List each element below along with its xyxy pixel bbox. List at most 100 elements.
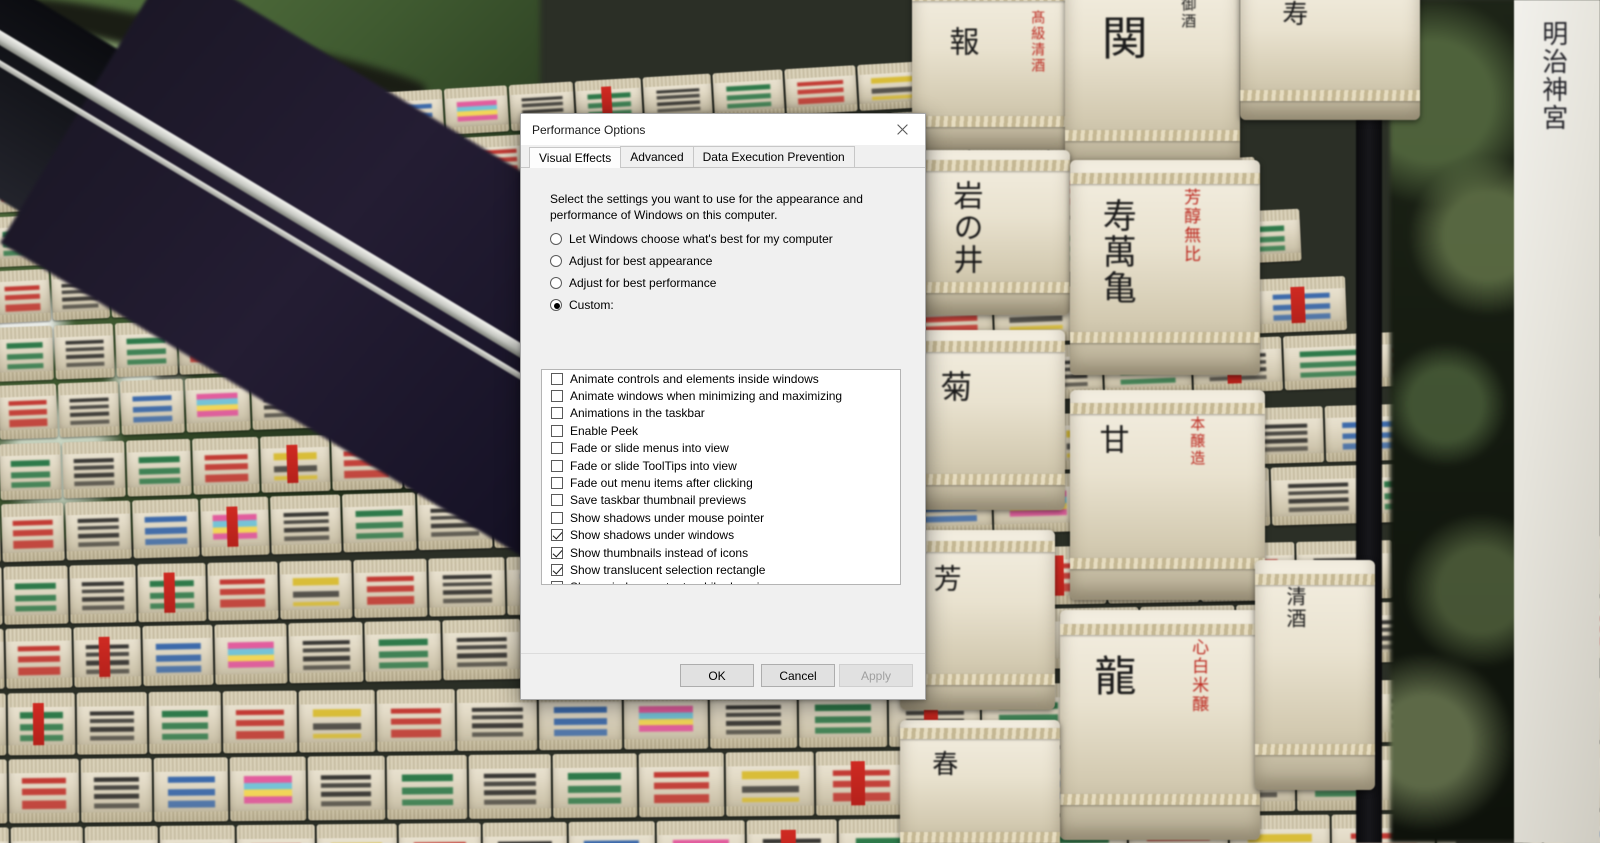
barrel-rope: [1060, 623, 1260, 635]
radio-label: Adjust for best performance: [569, 276, 717, 290]
barrel-kanji: 龍: [1087, 654, 1137, 698]
list-item-label: Show window contents while dragging: [570, 580, 773, 584]
list-item[interactable]: Animate controls and elements inside win…: [542, 370, 900, 387]
sake-barrel: [148, 691, 222, 754]
sake-barrel: [7, 692, 76, 756]
radio-let-windows-choose[interactable]: Let Windows choose what's best for my co…: [550, 232, 833, 246]
visual-effects-listbox[interactable]: Animate controls and elements inside win…: [541, 369, 901, 585]
list-item[interactable]: Save taskbar thumbnail previews: [542, 492, 900, 509]
barrel-rope: [905, 474, 1065, 485]
checkbox-checked[interactable]: [551, 529, 563, 542]
sake-barrel: [154, 757, 229, 822]
barrel-rope: [1065, 130, 1240, 141]
checkbox[interactable]: [551, 494, 563, 507]
list-item[interactable]: Enable Peek: [542, 422, 900, 439]
checkbox-checked[interactable]: [551, 581, 563, 584]
performance-options-dialog: Performance Options Visual Effects Advan…: [520, 113, 926, 700]
checkbox-checked[interactable]: [551, 563, 563, 576]
barrel-kanji: 髙級清酒: [1029, 10, 1046, 74]
list-item[interactable]: Fade out menu items after clicking: [542, 474, 900, 491]
list-item-label: Enable Peek: [570, 423, 639, 438]
list-item[interactable]: Show translucent selection rectangle: [542, 561, 900, 578]
checkbox[interactable]: [551, 442, 563, 455]
dialog-button-bar: OK Cancel Apply: [521, 653, 925, 699]
apply-button[interactable]: Apply: [839, 664, 913, 687]
list-item-label: Animate controls and elements inside win…: [570, 371, 819, 386]
close-icon[interactable]: [880, 114, 925, 145]
checkbox[interactable]: [551, 424, 563, 437]
list-item[interactable]: Show window contents while dragging: [542, 579, 900, 584]
tab-advanced[interactable]: Advanced: [620, 146, 694, 167]
dialog-title: Performance Options: [532, 122, 646, 137]
tab-label: Visual Effects: [539, 150, 612, 165]
sake-barrel: [0, 268, 51, 324]
sake-barrel: [0, 442, 62, 501]
radio-label: Let Windows choose what's best for my co…: [569, 232, 833, 246]
barrel-kanji: 本醸造: [1188, 416, 1207, 467]
checkbox-checked[interactable]: [551, 546, 563, 559]
list-item[interactable]: Show thumbnails instead of icons: [542, 544, 900, 561]
sake-barrel: [65, 500, 132, 561]
sake-barrel: [816, 750, 907, 816]
sake-barrel: [1270, 464, 1367, 526]
sake-barrel: [199, 496, 270, 557]
sake-barrel: [9, 758, 80, 824]
sake-barrel: [279, 560, 353, 620]
sake-barrel: [364, 620, 442, 682]
barrel-kanji: 甘: [1093, 424, 1129, 456]
sake-barrel: [222, 690, 298, 754]
barrel-rope: [1060, 794, 1260, 805]
list-item-label: Save taskbar thumbnail previews: [570, 493, 747, 508]
sake-barrel: [386, 754, 468, 820]
sake-barrel: [237, 824, 316, 843]
checkbox[interactable]: [551, 511, 563, 524]
sake-barrel: [76, 692, 148, 755]
sake-barrel: [84, 825, 159, 843]
tab-strip: Visual Effects Advanced Data Execution P…: [521, 146, 925, 168]
list-item[interactable]: Animate windows when minimizing and maxi…: [542, 387, 900, 404]
radio-indicator: [550, 233, 562, 245]
barrel-rope: [900, 832, 1060, 843]
list-item[interactable]: Show shadows under mouse pointer: [542, 509, 900, 526]
tab-visual-effects[interactable]: Visual Effects: [529, 147, 622, 168]
sake-barrel: [80, 757, 153, 823]
checkbox[interactable]: [551, 390, 563, 403]
sake-barrel: [10, 826, 83, 843]
sake-barrel-large: 春: [900, 720, 1060, 843]
banner-kanji: 明治神宮: [1537, 20, 1568, 132]
tab-label: Advanced: [630, 150, 684, 164]
list-item[interactable]: Animations in the taskbar: [542, 405, 900, 422]
radio-custom[interactable]: Custom:: [550, 298, 614, 312]
list-item[interactable]: Show shadows under windows: [542, 527, 900, 544]
checkbox[interactable]: [551, 372, 563, 385]
barrel-rope: [1070, 402, 1265, 414]
sake-barrel: [3, 565, 69, 625]
ok-button[interactable]: OK: [680, 664, 754, 687]
list-item-label: Show thumbnails instead of icons: [570, 545, 749, 560]
sake-barrel: [482, 821, 567, 843]
sake-barrel: [1, 502, 66, 563]
sake-barrel: [61, 440, 126, 499]
radio-best-performance[interactable]: Adjust for best performance: [550, 276, 716, 290]
sake-barrel-large: 寿萬亀 芳醇無比: [1070, 160, 1260, 375]
checkbox[interactable]: [551, 407, 563, 420]
sake-barrel: [568, 821, 656, 843]
list-item[interactable]: Fade or slide menus into view: [542, 440, 900, 457]
sake-barrel: [352, 558, 428, 619]
sake-barrel: [5, 627, 73, 689]
tab-data-execution-prevention[interactable]: Data Execution Prevention: [692, 146, 855, 167]
sake-barrel: [342, 492, 417, 553]
checkbox[interactable]: [551, 459, 563, 472]
sake-barrel: [552, 753, 637, 819]
sake-barrel: [214, 623, 288, 685]
radio-best-appearance[interactable]: Adjust for best appearance: [550, 254, 712, 268]
cancel-button[interactable]: Cancel: [761, 664, 835, 687]
dialog-titlebar[interactable]: Performance Options: [521, 114, 925, 146]
list-item[interactable]: Fade or slide ToolTips into view: [542, 457, 900, 474]
checkbox[interactable]: [551, 477, 563, 490]
sake-barrel: [260, 434, 331, 493]
visual-effects-page: Select the settings you want to use for …: [521, 169, 925, 699]
barrel-rope: [1070, 558, 1265, 569]
sake-barrel: [442, 618, 522, 681]
barrel-rope: [912, 0, 1072, 2]
